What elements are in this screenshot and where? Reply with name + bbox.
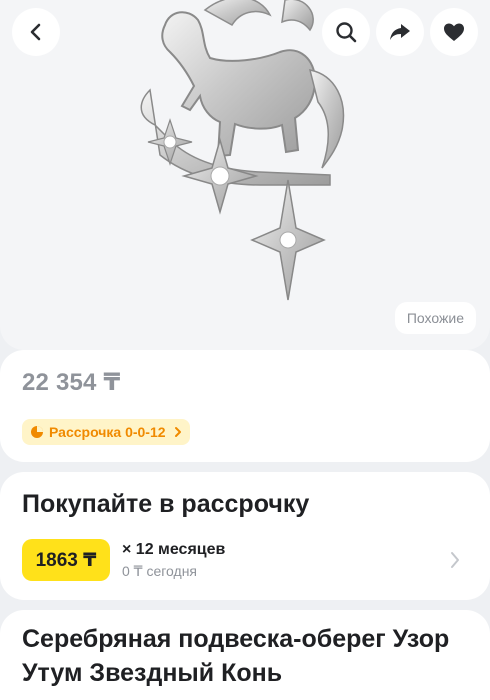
- installment-chip[interactable]: Рассрочка 0-0-12: [22, 419, 190, 445]
- monthly-payment-badge: 1863 ₸: [22, 539, 110, 581]
- price-card: [0, 350, 490, 462]
- favorite-button[interactable]: [430, 8, 478, 56]
- installment-months: × 12 месяцев: [122, 541, 226, 558]
- heart-icon: [444, 23, 464, 41]
- product-title: Серебряная подвеска-оберег Узор Утум Зве…: [22, 625, 450, 687]
- product-image: [140, 0, 345, 301]
- installment-today: 0 ₸ сегодня: [122, 563, 198, 579]
- chevron-right-icon: [174, 426, 182, 438]
- pie-chart-icon: [30, 425, 44, 439]
- share-icon: [390, 24, 410, 40]
- product-gallery[interactable]: Похожие: [0, 0, 490, 350]
- share-button[interactable]: [376, 8, 424, 56]
- search-icon: [336, 22, 357, 43]
- search-button[interactable]: [322, 8, 370, 56]
- back-button[interactable]: [12, 8, 60, 56]
- similar-button[interactable]: Похожие: [394, 302, 476, 334]
- price-value: 22 354 ₸: [22, 369, 121, 396]
- installment-title: Покупайте в рассрочку: [22, 490, 310, 518]
- chevron-left-icon: [30, 23, 41, 41]
- chevron-right-icon[interactable]: [449, 549, 461, 576]
- installment-chip-label: Рассрочка 0-0-12: [49, 424, 166, 440]
- similar-label: Похожие: [406, 310, 464, 326]
